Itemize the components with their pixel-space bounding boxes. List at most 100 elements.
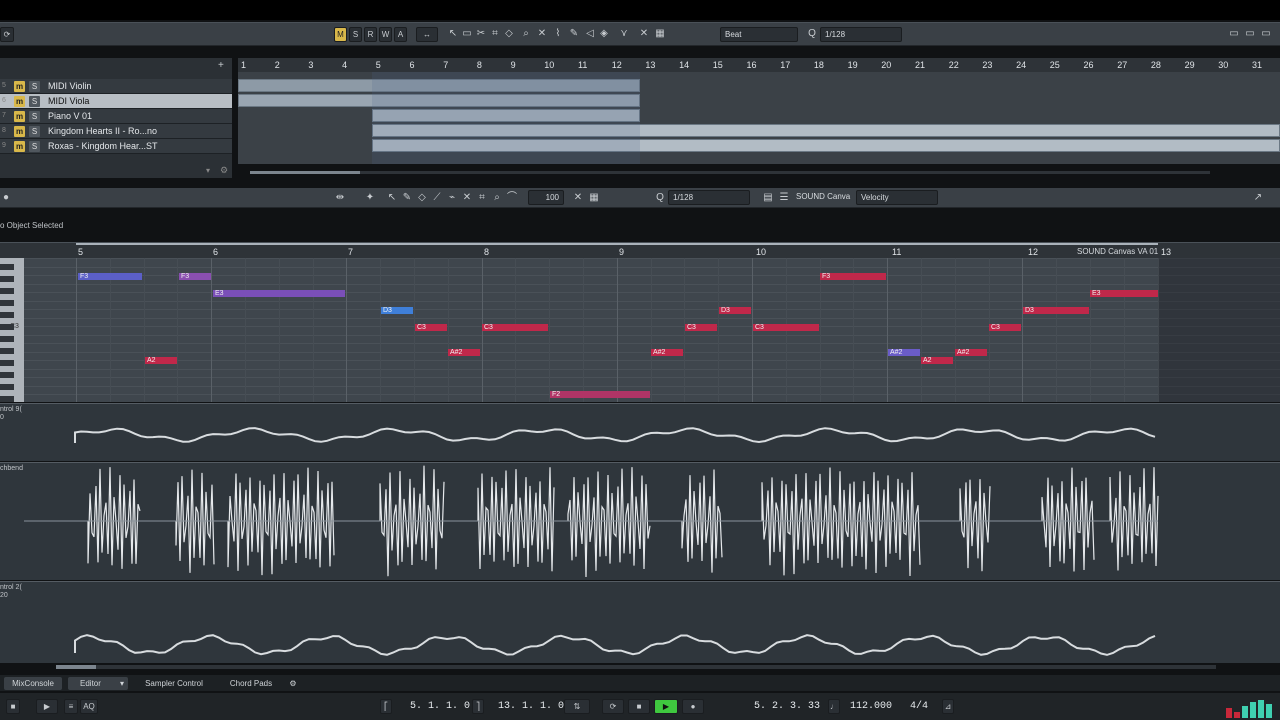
editor-scrollbar[interactable]	[56, 665, 1216, 669]
horizontal-scrollbar[interactable]	[250, 171, 1210, 174]
snap-close-icon[interactable]: ✕	[638, 28, 650, 40]
gear-icon[interactable]: ⚙	[220, 165, 228, 176]
automation-button[interactable]: A	[394, 27, 407, 42]
scrollbar-thumb[interactable]	[56, 665, 96, 669]
black-key[interactable]	[0, 324, 14, 330]
chevron-down-icon[interactable]: ▾	[206, 166, 210, 175]
cycle-icon[interactable]: ⟳	[602, 699, 624, 714]
square-icon[interactable]: ■	[6, 699, 20, 714]
auto-scroll-icon[interactable]: ✦	[364, 192, 376, 204]
comp-icon[interactable]: ⌇	[552, 28, 564, 40]
left-locator-value[interactable]: 5. 1. 1. 0	[410, 701, 470, 712]
project-ruler[interactable]: 1 2 3 4 5 6 7 8 9 10 11 12 13 14 15 16 17 18 19 20 21 22 23 24 2…	[238, 58, 1280, 72]
track-row[interactable]: 8 m S Kingdom Hearts II - Ro...no	[0, 124, 232, 139]
list-icon[interactable]: ≡	[64, 699, 78, 714]
step-input-icon[interactable]: ▤	[762, 192, 774, 204]
glue-icon[interactable]: ⌗	[489, 28, 501, 40]
midi-note[interactable]: C3	[753, 324, 819, 331]
snap-close-icon[interactable]: ✕	[572, 192, 584, 204]
black-key[interactable]	[0, 384, 14, 390]
midi-note[interactable]: D3	[719, 307, 751, 314]
nudge-icon[interactable]: ↔	[416, 27, 438, 42]
expand-icon[interactable]: ↗	[1252, 192, 1264, 204]
mute-button[interactable]: m	[14, 126, 25, 137]
solo-button[interactable]: S	[29, 81, 40, 92]
insert-velocity-field[interactable]: 100	[528, 190, 564, 205]
layout-mid-icon[interactable]: ▭	[1244, 28, 1256, 40]
grid-icon[interactable]: ▦	[588, 192, 600, 204]
midi-note[interactable]: A#2	[448, 349, 480, 356]
black-key[interactable]	[0, 348, 14, 354]
solo-mode-button[interactable]: S	[349, 27, 362, 42]
record-mode-icon[interactable]: ●	[0, 192, 12, 204]
midi-note[interactable]: D3	[1023, 307, 1089, 314]
mute-button[interactable]: m	[14, 141, 25, 152]
black-key[interactable]	[0, 360, 14, 366]
color-tool-icon[interactable]: ◈	[598, 28, 610, 40]
line-icon[interactable]: ⟋	[431, 192, 443, 204]
record-icon[interactable]: ●	[682, 699, 704, 714]
draw-icon[interactable]: ✎	[401, 192, 413, 204]
midi-note[interactable]: E3	[1090, 290, 1158, 297]
tab-sampler-control[interactable]: Sampler Control	[138, 677, 210, 690]
tempo-track-icon[interactable]: ♩	[828, 699, 840, 714]
black-key[interactable]	[0, 396, 14, 402]
track-row[interactable]: 7 m S Piano V 01	[0, 109, 232, 124]
instrument-select[interactable]: SOUND Canva	[792, 190, 852, 205]
midi-note[interactable]: C3	[482, 324, 548, 331]
midi-note[interactable]: C3	[415, 324, 447, 331]
glue-icon[interactable]: ⌗	[476, 192, 488, 204]
midi-note[interactable]: A2	[145, 357, 177, 364]
erase-icon[interactable]: ◇	[503, 28, 515, 40]
right-locator-value[interactable]: 13. 1. 1. 0	[498, 701, 564, 712]
midi-note[interactable]: F2	[550, 391, 650, 398]
midi-note[interactable]: D3	[381, 307, 413, 314]
mute-mode-button[interactable]: M	[334, 27, 347, 42]
object-select-icon[interactable]: ↖	[386, 192, 398, 204]
midi-note[interactable]: C3	[685, 324, 717, 331]
scrollbar-thumb[interactable]	[250, 171, 360, 174]
arrange-area[interactable]	[238, 72, 1280, 164]
midi-note[interactable]: F3	[179, 273, 211, 280]
audio-quantize-button[interactable]: AQ	[80, 699, 98, 714]
track-row[interactable]: 6 m S MIDI Viola	[0, 94, 232, 109]
mute-tool-icon[interactable]: ✕	[461, 192, 473, 204]
grid-type-select[interactable]: Beat	[720, 27, 798, 42]
mute-button[interactable]: m	[14, 81, 25, 92]
range-icon[interactable]: ▭	[461, 28, 473, 40]
metronome-icon[interactable]: ⊿	[942, 699, 954, 714]
tab-editor[interactable]: Editor ▾	[68, 677, 128, 690]
controller-curve[interactable]	[1109, 467, 1159, 571]
track-row[interactable]: 9 m S Roxas - Kingdom Hear...ST	[0, 139, 232, 154]
black-key[interactable]	[0, 276, 14, 282]
tab-chord-pads[interactable]: Chord Pads	[222, 677, 280, 690]
solo-button[interactable]: S	[29, 96, 40, 107]
write-button[interactable]: W	[379, 27, 392, 42]
draw-icon[interactable]: ✎	[568, 28, 580, 40]
track-row[interactable]: 5 m S MIDI Violin	[0, 79, 232, 94]
controller-curve[interactable]	[477, 467, 555, 572]
mute-button[interactable]: m	[14, 111, 25, 122]
midi-note[interactable]: A#2	[651, 349, 683, 356]
gear-icon[interactable]: ⚙	[286, 677, 300, 690]
midi-note[interactable]: C3	[989, 324, 1021, 331]
midi-note[interactable]: A#2	[955, 349, 987, 356]
mute-button[interactable]: m	[14, 96, 25, 107]
instrument-icon[interactable]: ☰	[778, 192, 790, 204]
quantize-select[interactable]: 1/128	[668, 190, 750, 205]
right-locator-icon[interactable]: ⎤	[472, 699, 484, 714]
split-icon[interactable]: ✂	[475, 28, 487, 40]
layout-right-icon[interactable]: ▭	[1260, 28, 1272, 40]
solo-button[interactable]: S	[29, 126, 40, 137]
editor-ruler[interactable]: SOUND Canvas VA 01 5 6 7 8 9 10 11 12 13	[0, 242, 1280, 258]
erase-icon[interactable]: ◇	[416, 192, 428, 204]
solo-button[interactable]: S	[29, 111, 40, 122]
add-track-icon[interactable]: +	[218, 60, 224, 71]
tempo-display[interactable]: 112.000	[850, 701, 892, 712]
midi-note[interactable]: A2	[921, 357, 953, 364]
play-tool-icon[interactable]: ◁	[584, 28, 596, 40]
position-display[interactable]: 5. 2. 3. 33	[754, 701, 820, 712]
black-key[interactable]	[0, 336, 14, 342]
black-key[interactable]	[0, 372, 14, 378]
controller-curve[interactable]	[74, 634, 1156, 656]
